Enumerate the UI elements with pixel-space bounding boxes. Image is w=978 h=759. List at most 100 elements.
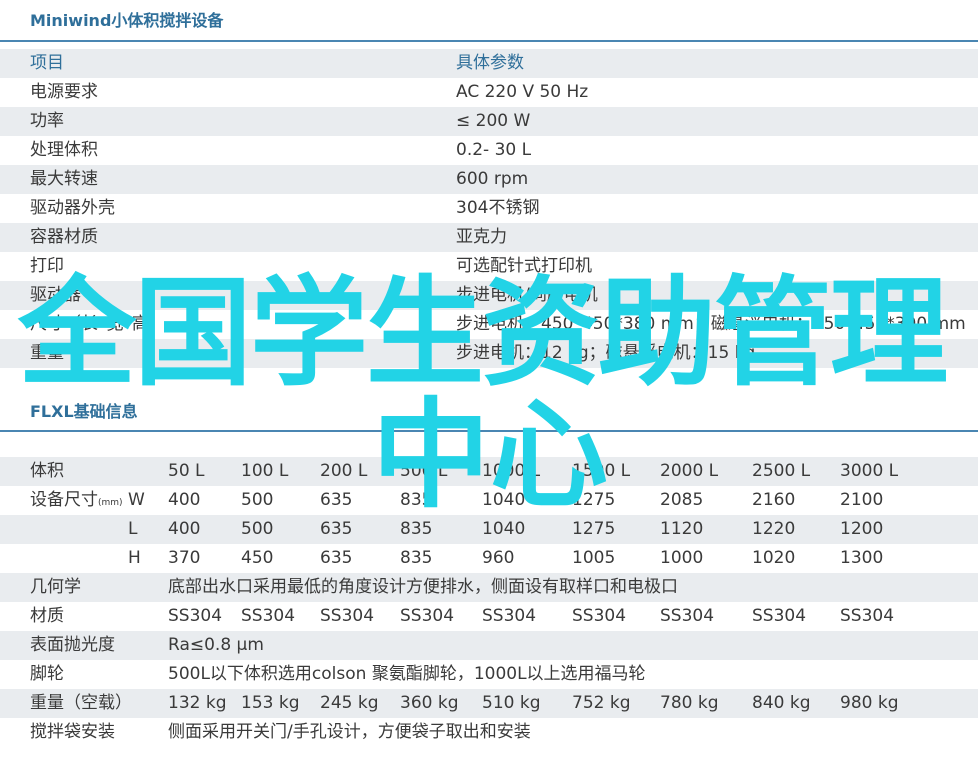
dim-cell: 1005: [572, 548, 616, 568]
material-cell: SS304: [241, 606, 296, 626]
material-label: 材质: [30, 606, 64, 626]
dim-cell: 1300: [840, 548, 884, 568]
casters-row: 脚轮 500L以下体积选用colson 聚氨酯脚轮，1000L以上选用福马轮: [0, 660, 978, 689]
weight-cell: 360 kg: [400, 693, 459, 713]
spec-label: 打印: [30, 256, 64, 276]
bag-row: 搅拌袋安装 侧面采用开关门/手孔设计，方便袋子取出和安装: [0, 718, 978, 747]
casters-value: 500L以下体积选用colson 聚氨酯脚轮，1000L以上选用福马轮: [168, 664, 646, 684]
size-l-row: L 400 500 635 835 1040 1275 1120 1220 12…: [0, 515, 978, 544]
volume-label: 体积: [30, 461, 64, 481]
section2-rule: [0, 430, 978, 432]
spec-label: 功率: [30, 111, 64, 131]
spec-label: 处理体积: [30, 140, 98, 160]
volume-row: 体积 50 L 100 L 200 L 500 L 1000 L 1500 L …: [0, 457, 978, 486]
spec-label: 驱动器: [30, 285, 81, 305]
spec-value: 304不锈钢: [456, 198, 540, 218]
dim-cell: 835: [400, 548, 433, 568]
weight-cell: 840 kg: [752, 693, 811, 713]
polish-value: Ra≤0.8 µm: [168, 635, 264, 655]
spec-label: 尺寸（长*宽*高）: [30, 314, 166, 334]
weight-cell: 245 kg: [320, 693, 379, 713]
dim-cell: 2085: [660, 490, 704, 510]
axis-label: L: [128, 519, 138, 539]
material-cell: SS304: [320, 606, 375, 626]
spec-row: 容器材质 亚克力: [0, 223, 978, 252]
section2-title: FLXL基础信息: [30, 402, 138, 421]
axis-label: W: [128, 490, 145, 510]
spec-value: 600 rpm: [456, 169, 529, 189]
volume-cell: 1000 L: [482, 461, 541, 481]
dim-cell: 1000: [660, 548, 704, 568]
spec-row: 电源要求 AC 220 V 50 Hz: [0, 78, 978, 107]
section1-title: Miniwind小体积搅拌设备: [30, 11, 224, 30]
geometry-row: 几何学 底部出水口采用最低的角度设计方便排水，侧面设有取样口和电极口: [0, 573, 978, 602]
material-cell: SS304: [572, 606, 627, 626]
volume-cell: 500 L: [400, 461, 448, 481]
material-row: 材质 SS304 SS304 SS304 SS304 SS304 SS304 S…: [0, 602, 978, 631]
material-cell: SS304: [482, 606, 537, 626]
dim-cell: 635: [320, 519, 353, 539]
spec-row: 处理体积 0.2- 30 L: [0, 136, 978, 165]
dim-cell: 500: [241, 519, 274, 539]
dim-cell: 1200: [840, 519, 884, 539]
polish-row: 表面抛光度 Ra≤0.8 µm: [0, 631, 978, 660]
spec-value: 亚克力: [456, 227, 507, 247]
spec-value: 可选配针式打印机: [456, 256, 592, 276]
material-cell: SS304: [400, 606, 455, 626]
dim-cell: 500: [241, 490, 274, 510]
weight-cell: 510 kg: [482, 693, 541, 713]
weight-cell: 780 kg: [660, 693, 719, 713]
volume-cell: 200 L: [320, 461, 368, 481]
dim-cell: 1020: [752, 548, 796, 568]
spec-value: ≤ 200 W: [456, 111, 531, 131]
spec-label: 电源要求: [30, 82, 98, 102]
spec-value: 步进电机/伺服电机: [456, 285, 598, 305]
header-param: 具体参数: [456, 53, 524, 73]
dim-cell: 400: [168, 490, 201, 510]
axis-label: H: [128, 548, 141, 568]
weight-row: 重量（空载） 132 kg 153 kg 245 kg 360 kg 510 k…: [0, 689, 978, 718]
material-cell: SS304: [840, 606, 895, 626]
size-label: 设备尺寸(mm): [30, 490, 123, 510]
dim-cell: 1120: [660, 519, 704, 539]
section1-rule: [0, 40, 978, 42]
bag-value: 侧面采用开关门/手孔设计，方便袋子取出和安装: [168, 722, 531, 742]
spec-label: 容器材质: [30, 227, 98, 247]
volume-cell: 2500 L: [752, 461, 811, 481]
spec-value: AC 220 V 50 Hz: [456, 82, 589, 102]
header-item: 项目: [30, 53, 64, 73]
casters-label: 脚轮: [30, 664, 64, 684]
dim-cell: 960: [482, 548, 515, 568]
dim-cell: 635: [320, 548, 353, 568]
bag-label: 搅拌袋安装: [30, 722, 115, 742]
dim-cell: 1040: [482, 490, 526, 510]
dim-cell: 835: [400, 490, 433, 510]
dim-cell: 1040: [482, 519, 526, 539]
spec-label: 最大转速: [30, 169, 98, 189]
size-w-row: 设备尺寸(mm) W 400 500 635 835 1040 1275 208…: [0, 486, 978, 515]
weight-cell: 980 kg: [840, 693, 899, 713]
dim-cell: 835: [400, 519, 433, 539]
spec-value: 步进电机：450*450*380 mm；磁悬浮电机：550*450*390 mm: [456, 314, 966, 334]
spec-row: 功率 ≤ 200 W: [0, 107, 978, 136]
volume-cell: 1500 L: [572, 461, 631, 481]
material-cell: SS304: [752, 606, 807, 626]
dim-cell: 635: [320, 490, 353, 510]
spec-label: 重量: [30, 343, 64, 363]
size-h-row: H 370 450 635 835 960 1005 1000 1020 130…: [0, 544, 978, 573]
weight-cell: 132 kg: [168, 693, 227, 713]
spec-row: 驱动器外壳 304不锈钢: [0, 194, 978, 223]
volume-cell: 3000 L: [840, 461, 899, 481]
spec-value: 0.2- 30 L: [456, 140, 532, 160]
dim-cell: 2100: [840, 490, 884, 510]
weight-cell: 153 kg: [241, 693, 300, 713]
spec-row: 重量 步进电机：12 kg；磁悬浮电机：15 kg: [0, 339, 978, 368]
weight-cell: 752 kg: [572, 693, 631, 713]
spec-row: 驱动器 步进电机/伺服电机: [0, 281, 978, 310]
spec-value: 步进电机：12 kg；磁悬浮电机：15 kg: [456, 343, 756, 363]
dim-cell: 1275: [572, 519, 616, 539]
dim-cell: 400: [168, 519, 201, 539]
weight-label: 重量（空载）: [30, 693, 132, 713]
spec-row: 打印 可选配针式打印机: [0, 252, 978, 281]
material-cell: SS304: [168, 606, 223, 626]
